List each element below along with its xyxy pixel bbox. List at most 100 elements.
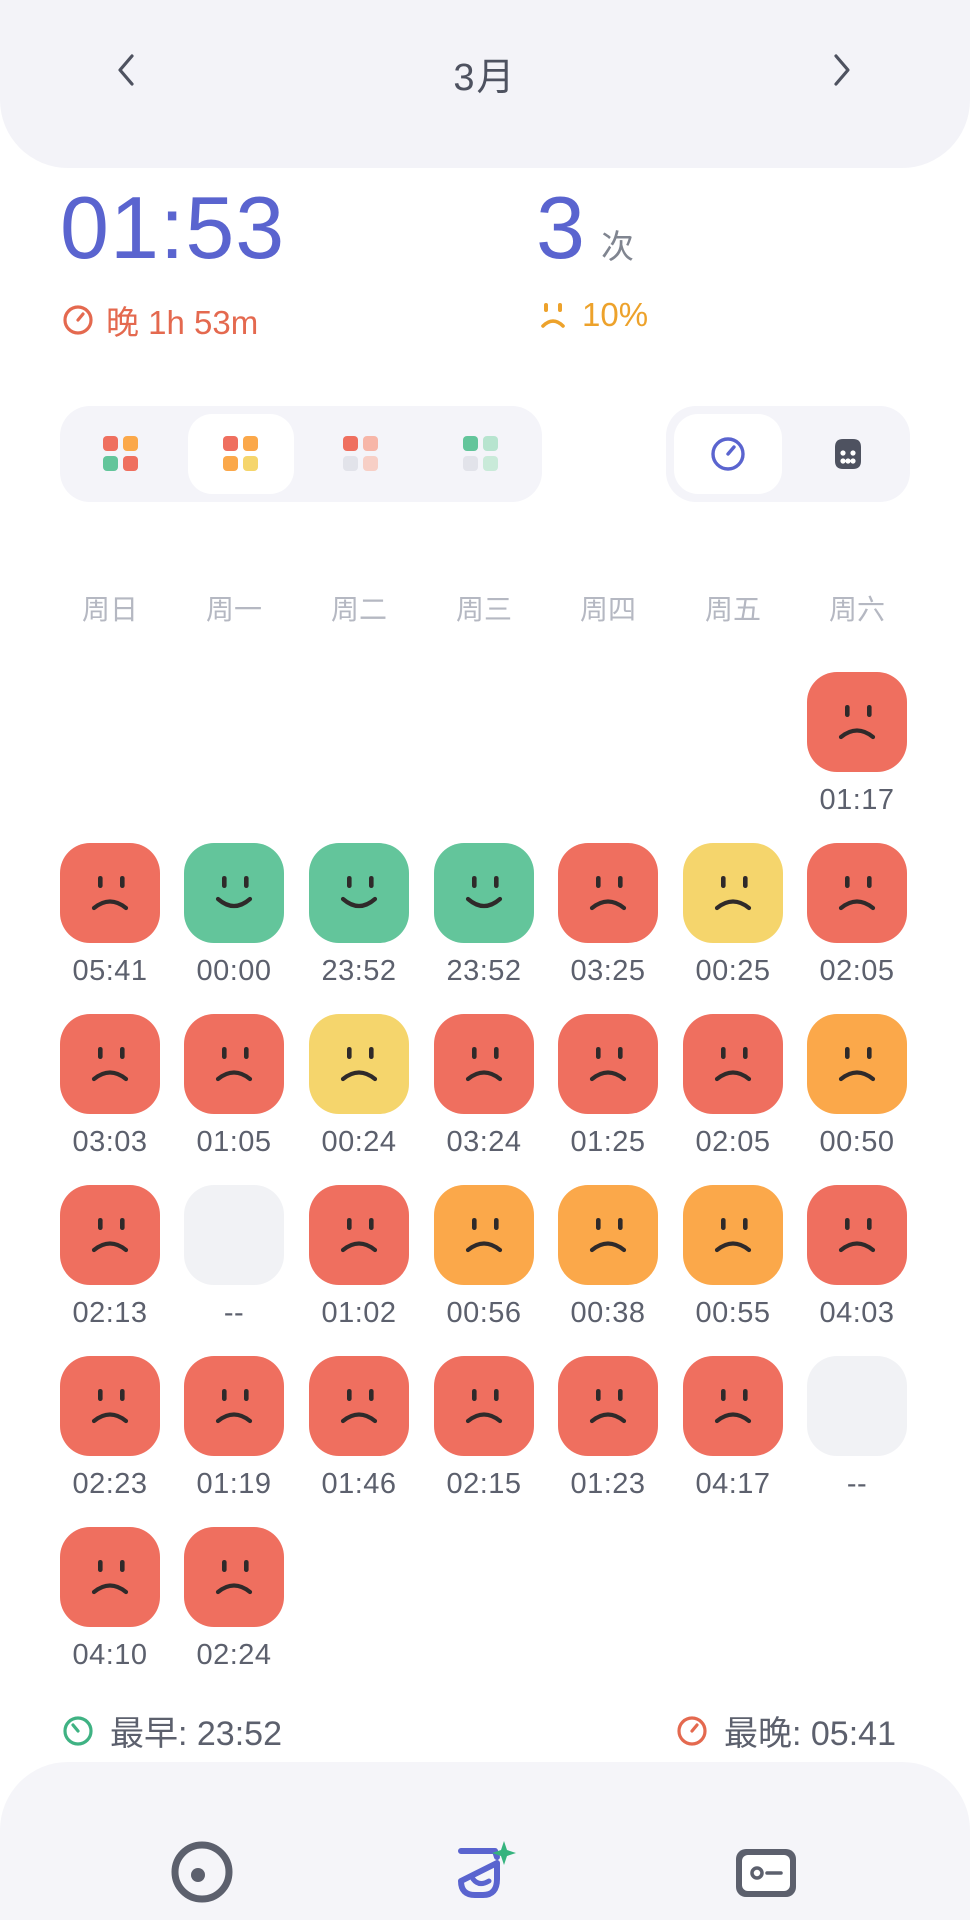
day-time-label: 05:41	[72, 955, 148, 987]
calendar-day[interactable]: 03:25	[558, 843, 658, 995]
target-icon	[171, 1841, 233, 1903]
calendar-day[interactable]: 02:05	[683, 1014, 783, 1166]
weekday-label: 周六	[828, 594, 885, 625]
sad-face-icon	[589, 876, 627, 911]
mood-tile	[807, 843, 907, 943]
mood-tile	[309, 1185, 409, 1285]
calendar-day[interactable]: 01:19	[184, 1356, 284, 1508]
calendar-day[interactable]: 04:10	[60, 1527, 160, 1679]
dice-icon	[835, 439, 861, 469]
mood-tile	[807, 1356, 907, 1456]
color-grid-icon	[343, 436, 379, 472]
weekday-label: 周四	[579, 594, 636, 625]
calendar-day[interactable]: 00:56	[434, 1185, 534, 1337]
clock-late-icon	[63, 305, 93, 335]
day-time-label: 03:25	[570, 955, 646, 987]
calendar-day[interactable]: 23:52	[309, 843, 409, 995]
day-time-label: --	[846, 1468, 868, 1500]
next-month-button[interactable]	[812, 40, 872, 100]
calendar-day[interactable]: 00:00	[184, 843, 284, 995]
day-time-label: 00:38	[570, 1297, 646, 1329]
calendar-day[interactable]: 00:50	[807, 1014, 907, 1166]
theme-soft-red-button[interactable]	[308, 414, 414, 494]
sad-face-icon	[340, 1047, 378, 1082]
weekday-label: 周日	[81, 594, 138, 625]
day-time-label: 01:17	[819, 784, 895, 816]
theme-warm-button[interactable]	[188, 414, 294, 494]
mood-tile	[558, 1356, 658, 1456]
calendar-day[interactable]: 02:23	[60, 1356, 160, 1508]
calendar-day[interactable]: 02:05	[807, 843, 907, 995]
mood-tile	[434, 843, 534, 943]
calendar-day[interactable]: 01:23	[558, 1356, 658, 1508]
mood-tile	[309, 1014, 409, 1114]
weekday-label: 周一	[205, 594, 262, 625]
calendar-day[interactable]: 03:03	[60, 1014, 160, 1166]
mood-tile	[683, 1356, 783, 1456]
calendar-day[interactable]: 01:25	[558, 1014, 658, 1166]
chevron-right-icon	[834, 54, 850, 86]
weekday-label: 周二	[330, 594, 387, 625]
day-time-label: 02:15	[446, 1468, 522, 1500]
tab-profile[interactable]	[726, 1832, 806, 1912]
calendar-day[interactable]: 02:24	[184, 1527, 284, 1679]
calendar-day[interactable]: 00:38	[558, 1185, 658, 1337]
theme-classic-button[interactable]	[68, 414, 174, 494]
calendar-day[interactable]: 00:24	[309, 1014, 409, 1166]
day-time-label: 04:03	[819, 1297, 895, 1329]
sad-face-icon	[465, 1218, 503, 1253]
calendar-day[interactable]: 23:52	[434, 843, 534, 995]
sad-face-icon	[340, 1389, 378, 1424]
day-time-label: 01:23	[570, 1468, 646, 1500]
day-time-label: 03:24	[446, 1126, 522, 1158]
mood-tile	[60, 1185, 160, 1285]
sad-face-icon	[714, 876, 752, 911]
sad-face-icon	[91, 1389, 129, 1424]
color-grid-icon	[223, 436, 259, 472]
calendar-day[interactable]: 04:03	[807, 1185, 907, 1337]
latest-text: 最晚: 05:41	[724, 1715, 896, 1753]
happy-face-icon	[340, 876, 378, 909]
happy-face-icon	[465, 876, 503, 909]
day-time-label: 01:02	[321, 1297, 397, 1329]
clock-early-icon	[63, 1715, 93, 1746]
tab-record[interactable]	[446, 1832, 526, 1912]
calendar-day[interactable]: 00:25	[683, 843, 783, 995]
calendar-day[interactable]: 01:46	[309, 1356, 409, 1508]
earliest-text: 最早: 23:52	[110, 1715, 282, 1753]
sad-face-icon	[91, 1218, 129, 1253]
sad-face-icon	[838, 1047, 876, 1082]
calendar-day[interactable]: 00:55	[683, 1185, 783, 1337]
calendar-day[interactable]: 05:41	[60, 843, 160, 995]
count-unit: 次	[600, 228, 634, 265]
day-time-label: 02:05	[695, 1126, 771, 1158]
tab-home[interactable]	[162, 1832, 242, 1912]
mood-tile	[434, 1014, 534, 1114]
calendar-day[interactable]: 03:24	[434, 1014, 534, 1166]
calendar-day[interactable]: 01:17	[807, 672, 907, 824]
calendar-day[interactable]: 01:02	[309, 1185, 409, 1337]
mood-tile	[683, 1014, 783, 1114]
calendar-day[interactable]: --	[807, 1356, 907, 1508]
calendar-day[interactable]: 02:15	[434, 1356, 534, 1508]
calendar-day[interactable]: 01:05	[184, 1014, 284, 1166]
mood-tile	[434, 1356, 534, 1456]
bad-percent-text: 10%	[582, 296, 649, 333]
day-time-label: 01:46	[321, 1468, 397, 1500]
calendar-day[interactable]: 02:13	[60, 1185, 160, 1337]
day-time-label: 00:50	[819, 1126, 895, 1158]
mood-tile	[683, 1185, 783, 1285]
calendar-day[interactable]: --	[184, 1185, 284, 1337]
sad-face-icon	[541, 303, 565, 328]
sad-face-icon	[589, 1389, 627, 1424]
calendar-day[interactable]: 04:17	[683, 1356, 783, 1508]
weekday-label: 周三	[455, 594, 512, 625]
mood-tile	[60, 1356, 160, 1456]
mode-clock-button[interactable]	[674, 414, 782, 494]
average-time: 01:53	[60, 178, 286, 277]
mood-tile	[184, 1527, 284, 1627]
mode-dice-button[interactable]	[794, 414, 902, 494]
day-time-label: 04:17	[695, 1468, 771, 1500]
sad-face-icon	[215, 1047, 253, 1082]
theme-soft-green-button[interactable]	[428, 414, 534, 494]
